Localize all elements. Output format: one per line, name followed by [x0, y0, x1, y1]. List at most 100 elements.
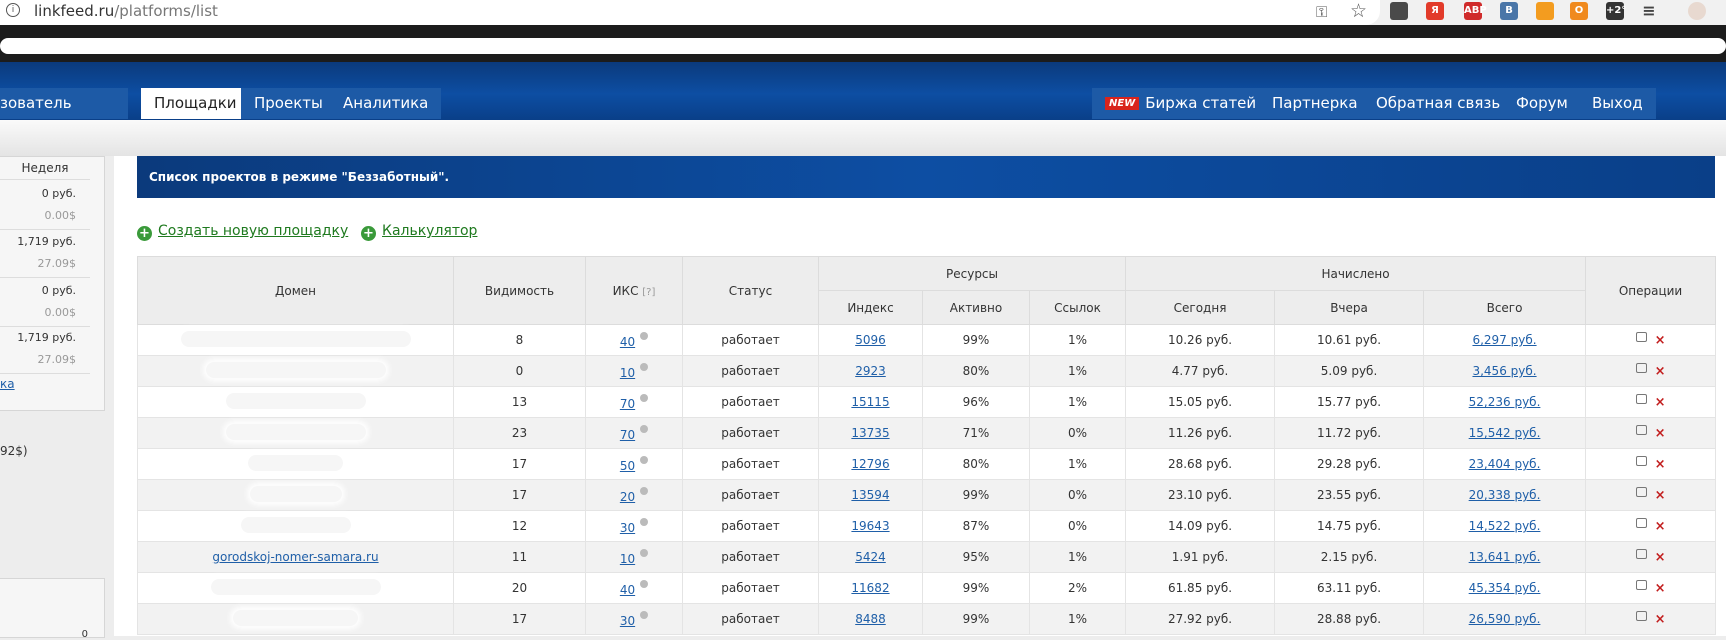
- cell-domain: [137, 479, 454, 511]
- delete-icon[interactable]: ×: [1655, 581, 1666, 596]
- index-link[interactable]: 13735: [851, 426, 889, 440]
- info-dot-icon[interactable]: [640, 486, 649, 495]
- tab-article-exchange[interactable]: NEW Биржа статей: [1092, 88, 1270, 119]
- iks-link[interactable]: 40: [620, 335, 635, 349]
- ext-rss-icon[interactable]: [1536, 2, 1554, 20]
- index-link[interactable]: 8488: [855, 612, 886, 626]
- iks-link[interactable]: 70: [620, 397, 635, 411]
- tab-projects[interactable]: Проекты: [241, 88, 336, 119]
- total-link[interactable]: 3,456 руб.: [1472, 364, 1536, 378]
- info-dot-icon[interactable]: [640, 548, 649, 557]
- site-info-icon[interactable]: i: [6, 3, 20, 17]
- col-iks[interactable]: ИКС [?]: [585, 256, 683, 325]
- total-link[interactable]: 52,236 руб.: [1469, 395, 1541, 409]
- index-link[interactable]: 5424: [855, 550, 886, 564]
- col-status[interactable]: Статус: [682, 256, 819, 325]
- delete-icon[interactable]: ×: [1655, 457, 1666, 472]
- col-domain[interactable]: Домен: [137, 256, 454, 325]
- index-link[interactable]: 15115: [851, 395, 889, 409]
- col-yesterday[interactable]: Вчера: [1274, 290, 1425, 325]
- delete-icon[interactable]: ×: [1655, 550, 1666, 565]
- iks-link[interactable]: 50: [620, 459, 635, 473]
- iks-link[interactable]: 30: [620, 614, 635, 628]
- delete-icon[interactable]: ×: [1655, 395, 1666, 410]
- avatar[interactable]: [1688, 2, 1706, 20]
- info-dot-icon[interactable]: [640, 424, 649, 433]
- index-link[interactable]: 19643: [851, 519, 889, 533]
- info-dot-icon[interactable]: [640, 362, 649, 371]
- iks-link[interactable]: 10: [620, 366, 635, 380]
- index-link[interactable]: 11682: [851, 581, 889, 595]
- index-link[interactable]: 13594: [851, 488, 889, 502]
- links-icon[interactable]: [1635, 611, 1647, 621]
- info-dot-icon[interactable]: [640, 331, 649, 340]
- info-dot-icon[interactable]: [640, 517, 649, 526]
- links-icon[interactable]: [1635, 363, 1647, 373]
- tab-forum[interactable]: Форум: [1503, 88, 1581, 119]
- total-link[interactable]: 13,641 руб.: [1469, 550, 1541, 564]
- menu-list-icon[interactable]: ≡: [1640, 2, 1658, 20]
- total-link[interactable]: 26,590 руб.: [1469, 612, 1541, 626]
- info-dot-icon[interactable]: [640, 610, 649, 619]
- tab-logout[interactable]: Выход: [1579, 88, 1656, 119]
- iks-link[interactable]: 40: [620, 583, 635, 597]
- info-dot-icon[interactable]: [640, 455, 649, 464]
- col-today[interactable]: Сегодня: [1125, 290, 1276, 325]
- iks-link[interactable]: 20: [620, 490, 635, 504]
- iks-link[interactable]: 70: [620, 428, 635, 442]
- help-icon[interactable]: [?]: [642, 287, 655, 298]
- key-icon[interactable]: ⚿: [1316, 3, 1327, 21]
- ext-ok-icon[interactable]: О: [1570, 2, 1588, 20]
- links-icon[interactable]: [1635, 425, 1647, 435]
- delete-icon[interactable]: ×: [1655, 364, 1666, 379]
- sidebar-link[interactable]: ка: [0, 377, 15, 391]
- create-platform-link[interactable]: + Создать новую площадку: [137, 223, 348, 241]
- info-dot-icon[interactable]: [640, 393, 649, 402]
- index-link[interactable]: 5096: [855, 333, 886, 347]
- index-link[interactable]: 12796: [851, 457, 889, 471]
- tab-partner[interactable]: Партнерка: [1259, 88, 1371, 119]
- iks-link[interactable]: 10: [620, 552, 635, 566]
- total-link[interactable]: 14,522 руб.: [1469, 519, 1541, 533]
- tab-user[interactable]: зователь: [0, 88, 128, 119]
- delete-icon[interactable]: ×: [1655, 519, 1666, 534]
- ext-adblock-icon[interactable]: ABP: [1464, 2, 1487, 20]
- cell-status: работает: [682, 386, 819, 418]
- address-bar[interactable]: i linkfeed.ru/platforms/list ⚿ ☆: [0, 0, 1380, 25]
- delete-icon[interactable]: ×: [1655, 333, 1666, 348]
- delete-icon[interactable]: ×: [1655, 426, 1666, 441]
- delete-icon[interactable]: ×: [1655, 612, 1666, 627]
- tab-analytics[interactable]: Аналитика: [330, 88, 442, 119]
- col-active[interactable]: Активно: [922, 290, 1030, 325]
- tab-feedback[interactable]: Обратная связь: [1363, 88, 1514, 119]
- col-links[interactable]: Ссылок: [1028, 290, 1127, 325]
- bookmark-star-icon[interactable]: ☆: [1350, 0, 1367, 22]
- total-link[interactable]: 6,297 руб.: [1472, 333, 1536, 347]
- total-link[interactable]: 45,354 руб.: [1469, 581, 1541, 595]
- delete-icon[interactable]: ×: [1655, 488, 1666, 503]
- index-link[interactable]: 2923: [855, 364, 886, 378]
- col-total[interactable]: Всего: [1423, 290, 1587, 325]
- links-icon[interactable]: [1635, 332, 1647, 342]
- iks-link[interactable]: 30: [620, 521, 635, 535]
- col-index[interactable]: Индекс: [818, 290, 923, 325]
- links-icon[interactable]: [1635, 549, 1647, 559]
- ext-yandex-icon[interactable]: Я: [1426, 2, 1444, 20]
- domain-link[interactable]: gorodskoj-nomer-samara.ru: [212, 550, 378, 564]
- calculator-link[interactable]: + Калькулятор: [361, 223, 477, 241]
- links-icon[interactable]: [1635, 580, 1647, 590]
- total-link[interactable]: 23,404 руб.: [1469, 457, 1541, 471]
- total-link[interactable]: 15,542 руб.: [1469, 426, 1541, 440]
- ext-note-icon[interactable]: [1390, 2, 1408, 20]
- info-dot-icon[interactable]: [640, 579, 649, 588]
- links-icon[interactable]: [1635, 487, 1647, 497]
- tab-platforms[interactable]: Площадки: [141, 88, 250, 119]
- url-text[interactable]: linkfeed.ru/platforms/list: [34, 2, 218, 20]
- links-icon[interactable]: [1635, 518, 1647, 528]
- links-icon[interactable]: [1635, 394, 1647, 404]
- total-link[interactable]: 20,338 руб.: [1469, 488, 1541, 502]
- links-icon[interactable]: [1635, 456, 1647, 466]
- col-visibility[interactable]: Видимость: [453, 256, 586, 325]
- ext-vk-icon[interactable]: B: [1500, 2, 1518, 20]
- ext-weather-icon[interactable]: +2°: [1606, 2, 1626, 20]
